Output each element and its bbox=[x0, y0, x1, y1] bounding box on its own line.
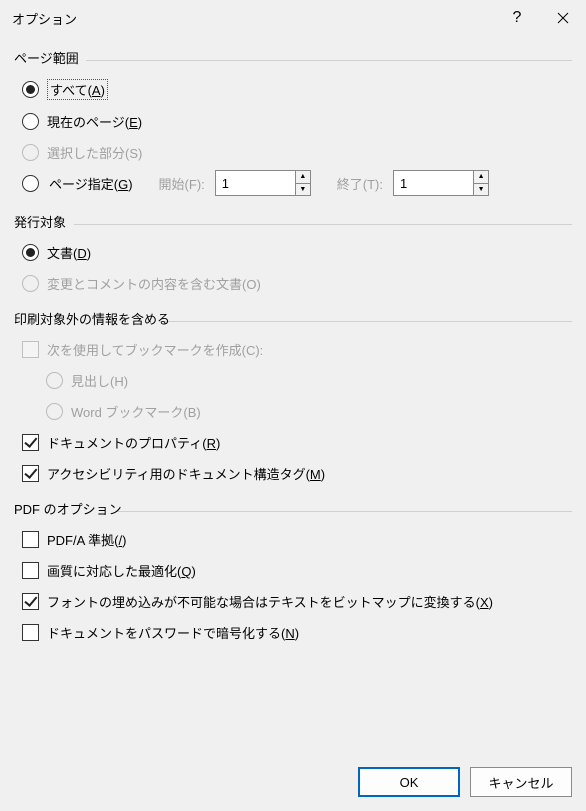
radio-all-label: すべて(A) bbox=[47, 79, 108, 100]
radio-all-row[interactable]: すべて(A) bbox=[14, 73, 572, 106]
to-spinner[interactable]: ▲▼ bbox=[393, 170, 489, 196]
check-pdfa-label: PDF/A 準拠(/) bbox=[47, 530, 126, 549]
group-page-range: ページ範囲 bbox=[14, 48, 572, 67]
radio-word-bookmarks-row: Word ブックマーク(B) bbox=[14, 396, 572, 427]
dialog-content: ページ範囲 すべて(A) 現在のページ(E) 選択した部分(S) ページ指定(G… bbox=[0, 36, 586, 753]
titlebar: オプション ? bbox=[0, 0, 586, 36]
to-input[interactable] bbox=[394, 171, 473, 195]
check-bitmap-label: フォントの埋め込みが不可能な場合はテキストをビットマップに変換する(X) bbox=[47, 592, 493, 611]
radio-all[interactable] bbox=[22, 81, 39, 98]
cancel-button[interactable]: キャンセル bbox=[470, 767, 572, 797]
check-structure-tags[interactable] bbox=[22, 465, 39, 482]
radio-headings-label: 見出し(H) bbox=[71, 371, 128, 390]
radio-selection bbox=[22, 144, 39, 161]
spin-up-icon[interactable]: ▲ bbox=[296, 171, 310, 184]
radio-document-label: 文書(D) bbox=[47, 243, 91, 262]
help-button[interactable]: ? bbox=[494, 0, 540, 36]
from-label: 開始(F): bbox=[159, 174, 205, 193]
check-optimize-label: 画質に対応した最適化(Q) bbox=[47, 561, 196, 580]
check-encrypt-row[interactable]: ドキュメントをパスワードで暗号化する(N) bbox=[14, 617, 572, 648]
spin-down-icon[interactable]: ▼ bbox=[296, 184, 310, 196]
options-dialog: オプション ? ページ範囲 すべて(A) 現在のページ(E) 選択した部分(S)… bbox=[0, 0, 586, 811]
radio-markup bbox=[22, 275, 39, 292]
check-encrypt-label: ドキュメントをパスワードで暗号化する(N) bbox=[47, 623, 299, 642]
radio-markup-row: 変更とコメントの内容を含む文書(O) bbox=[14, 268, 572, 299]
to-spin-buttons[interactable]: ▲▼ bbox=[473, 171, 488, 195]
check-optimize[interactable] bbox=[22, 562, 39, 579]
spin-up-icon[interactable]: ▲ bbox=[474, 171, 488, 184]
from-spin-buttons[interactable]: ▲▼ bbox=[295, 171, 310, 195]
check-bitmap[interactable] bbox=[22, 593, 39, 610]
radio-document[interactable] bbox=[22, 244, 39, 261]
from-spinner[interactable]: ▲▼ bbox=[215, 170, 311, 196]
check-structure-tags-row[interactable]: アクセシビリティ用のドキュメント構造タグ(M) bbox=[14, 458, 572, 489]
radio-word-bookmarks-label: Word ブックマーク(B) bbox=[71, 402, 201, 421]
ok-button[interactable]: OK bbox=[358, 767, 460, 797]
group-nonprinting: 印刷対象外の情報を含める bbox=[14, 309, 572, 328]
check-bitmap-row[interactable]: フォントの埋め込みが不可能な場合はテキストをビットマップに変換する(X) bbox=[14, 586, 572, 617]
check-doc-props-row[interactable]: ドキュメントのプロパティ(R) bbox=[14, 427, 572, 458]
dialog-title: オプション bbox=[12, 9, 494, 28]
check-optimize-row[interactable]: 画質に対応した最適化(Q) bbox=[14, 555, 572, 586]
group-pdf-options: PDF のオプション bbox=[14, 499, 572, 518]
check-create-bookmarks bbox=[22, 341, 39, 358]
radio-markup-label: 変更とコメントの内容を含む文書(O) bbox=[47, 274, 261, 293]
radio-current-row[interactable]: 現在のページ(E) bbox=[14, 106, 572, 137]
check-create-bookmarks-label: 次を使用してブックマークを作成(C): bbox=[47, 340, 263, 359]
check-pdfa[interactable] bbox=[22, 531, 39, 548]
dialog-footer: OK キャンセル bbox=[0, 753, 586, 811]
radio-selection-label: 選択した部分(S) bbox=[47, 143, 142, 162]
check-doc-props[interactable] bbox=[22, 434, 39, 451]
radio-headings-row: 見出し(H) bbox=[14, 365, 572, 396]
close-button[interactable] bbox=[540, 0, 586, 36]
radio-document-row[interactable]: 文書(D) bbox=[14, 237, 572, 268]
radio-selection-row: 選択した部分(S) bbox=[14, 137, 572, 168]
check-encrypt[interactable] bbox=[22, 624, 39, 641]
close-icon bbox=[557, 12, 569, 24]
to-label: 終了(T): bbox=[337, 174, 383, 193]
radio-current[interactable] bbox=[22, 113, 39, 130]
check-structure-tags-label: アクセシビリティ用のドキュメント構造タグ(M) bbox=[47, 464, 325, 483]
check-create-bookmarks-row: 次を使用してブックマークを作成(C): bbox=[14, 334, 572, 365]
from-input[interactable] bbox=[216, 171, 295, 195]
check-doc-props-label: ドキュメントのプロパティ(R) bbox=[47, 433, 220, 452]
check-pdfa-row[interactable]: PDF/A 準拠(/) bbox=[14, 524, 572, 555]
radio-pages-row: ページ指定(G) 開始(F): ▲▼ 終了(T): ▲▼ bbox=[14, 168, 572, 202]
radio-current-label: 現在のページ(E) bbox=[47, 112, 142, 131]
radio-pages-label: ページ指定(G) bbox=[49, 174, 133, 193]
spin-down-icon[interactable]: ▼ bbox=[474, 184, 488, 196]
group-publish: 発行対象 bbox=[14, 212, 572, 231]
radio-word-bookmarks bbox=[46, 403, 63, 420]
radio-headings bbox=[46, 372, 63, 389]
radio-pages[interactable] bbox=[22, 175, 39, 192]
